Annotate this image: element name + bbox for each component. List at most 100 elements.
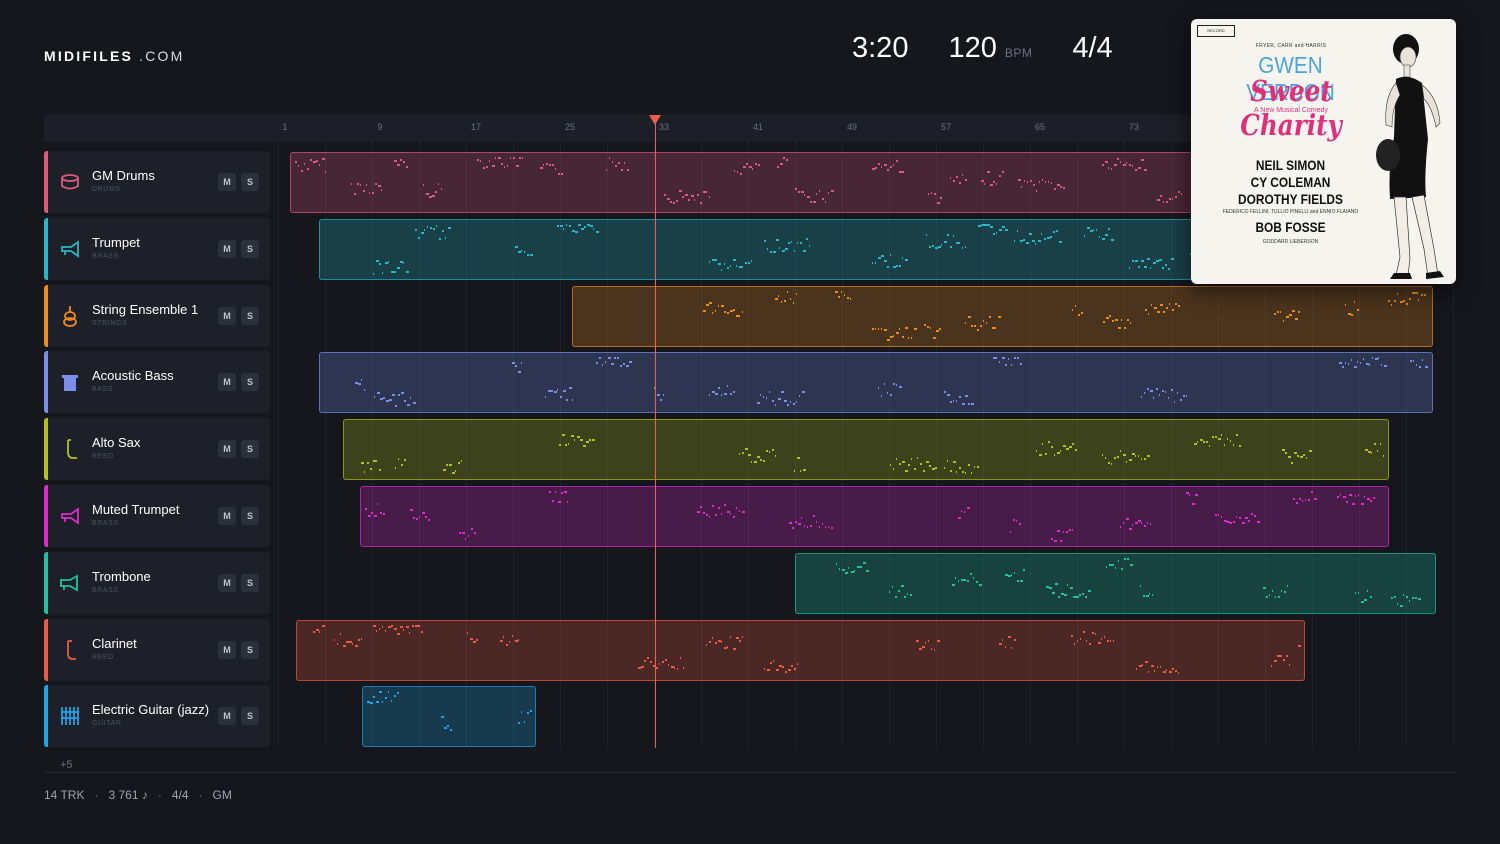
track-category: GUITAR: [92, 720, 122, 727]
track-header-muted-trumpet[interactable]: Muted Trumpet BRASS M S: [44, 485, 270, 547]
ruler-tick-label: 17: [470, 122, 482, 132]
note-pattern: [355, 357, 1428, 407]
track-header-string-ensemble-1[interactable]: String Ensemble 1 STRINGS M S: [44, 285, 270, 347]
track-color-bar: [44, 685, 48, 747]
cover-presenters: FRYER, CARR and HARRIS: [1255, 43, 1327, 49]
ruler-tick-label: 9: [377, 122, 383, 132]
track-header-electric-guitar-jazz[interactable]: Electric Guitar (jazz) GUITAR M S: [44, 685, 270, 747]
track-header-clarinet[interactable]: Clarinet REED M S: [44, 619, 270, 681]
clip-string-ensemble-1[interactable]: [572, 286, 1433, 347]
footer-summary: 14 TRK · 3 761 ♪ · 4/4 · GM: [44, 788, 232, 802]
cover-credit-lyrics: DOROTHY FIELDS: [1238, 191, 1343, 207]
clip-alto-sax[interactable]: [343, 419, 1389, 480]
clip-acoustic-bass[interactable]: [319, 352, 1433, 413]
mute-button[interactable]: M: [218, 440, 236, 458]
footer-divider: [44, 772, 1456, 773]
ruler-tick-label: 49: [846, 122, 858, 132]
track-name: Acoustic Bass: [92, 368, 174, 383]
clip-trombone[interactable]: [795, 553, 1436, 614]
cover-credit-music: CY COLEMAN: [1250, 174, 1331, 190]
midi-standard: GM: [212, 788, 232, 802]
note-pattern: [365, 491, 1375, 542]
solo-button[interactable]: S: [241, 307, 259, 325]
trumpet-icon: [58, 237, 82, 261]
ruler-tick-label: 1: [282, 122, 288, 132]
mute-button[interactable]: M: [218, 240, 236, 258]
clip-electric-guitar-jazz[interactable]: [362, 686, 536, 747]
solo-button[interactable]: S: [241, 373, 259, 391]
track-category: STRINGS: [92, 320, 128, 327]
tempo-value: 120: [948, 32, 997, 64]
brand-domain: .COM: [133, 48, 185, 64]
track-header-trumpet[interactable]: Trumpet BRASS M S: [44, 218, 270, 280]
guitar-icon: [58, 704, 82, 728]
clip-muted-trumpet[interactable]: [360, 486, 1389, 547]
cover-based-on: FEDERICO FELLINI, TULLIO PINELLI and ENN…: [1222, 209, 1359, 215]
track-category: REED: [92, 654, 114, 661]
solo-button[interactable]: S: [241, 240, 259, 258]
footer-meter: 4/4: [171, 788, 189, 802]
grid-line: [278, 142, 279, 748]
mute-button[interactable]: M: [218, 173, 236, 191]
ruler-tick-label: 25: [564, 122, 576, 132]
track-header-trombone[interactable]: Trombone BRASS M S: [44, 552, 270, 614]
cover-dancer-illustration: [1376, 34, 1444, 279]
solo-button[interactable]: S: [241, 641, 259, 659]
clip-clarinet[interactable]: [296, 620, 1305, 681]
footer-separator: ·: [94, 788, 99, 802]
track-category: REED: [92, 453, 114, 460]
track-count: 14 TRK: [44, 788, 85, 802]
trombone-icon: [58, 571, 82, 595]
track-color-bar: [44, 285, 48, 347]
more-tracks-indicator[interactable]: +5: [60, 759, 73, 771]
track-category: DRUMS: [92, 186, 121, 193]
footer-separator: ·: [157, 788, 162, 802]
violin-icon: [58, 304, 82, 328]
track-color-bar: [44, 619, 48, 681]
brand-name: MIDIFILES: [44, 48, 134, 64]
track-header-gm-drums[interactable]: GM Drums DRUMS M S: [44, 151, 270, 213]
track-header-alto-sax[interactable]: Alto Sax REED M S: [44, 418, 270, 480]
mute-button[interactable]: M: [218, 307, 236, 325]
cover-director: BOB FOSSE: [1255, 219, 1326, 235]
playhead-handle[interactable]: [649, 115, 661, 125]
track-category: BRASS: [92, 587, 119, 594]
mute-button[interactable]: M: [218, 641, 236, 659]
track-header-acoustic-bass[interactable]: Acoustic Bass BASS M S: [44, 351, 270, 413]
cover-subtitle: A New Musical Comedy: [1254, 107, 1328, 114]
track-color-bar: [44, 418, 48, 480]
mute-button[interactable]: M: [218, 707, 236, 725]
solo-button[interactable]: S: [241, 173, 259, 191]
record-label-logo: RECORD: [1197, 25, 1235, 37]
trumpet-icon: [58, 504, 82, 528]
solo-button[interactable]: S: [241, 707, 259, 725]
album-cover: RECORD FRYER, CARR and HARRIS GWEN VERDO…: [1191, 19, 1456, 284]
ruler-tick-label: 57: [940, 122, 952, 132]
cover-producer: GODDARD LIEBERSON: [1262, 239, 1319, 245]
track-name: Trumpet: [92, 235, 140, 250]
drum-icon: [58, 170, 82, 194]
solo-button[interactable]: S: [241, 507, 259, 525]
solo-button[interactable]: S: [241, 440, 259, 458]
solo-button[interactable]: S: [241, 574, 259, 592]
track-name: Trombone: [92, 569, 151, 584]
track-color-bar: [44, 218, 48, 280]
mute-button[interactable]: M: [218, 373, 236, 391]
track-name: GM Drums: [92, 168, 155, 183]
clarinet-icon: [58, 638, 82, 662]
time-signature: 4/4: [1072, 32, 1113, 64]
note-pattern: [836, 558, 1421, 607]
playhead[interactable]: [655, 124, 656, 748]
track-color-bar: [44, 151, 48, 213]
mute-button[interactable]: M: [218, 507, 236, 525]
note-pattern: [703, 291, 1426, 341]
brand-logo[interactable]: MIDIFILES .COM: [44, 48, 184, 64]
mute-button[interactable]: M: [218, 574, 236, 592]
track-name: Clarinet: [92, 636, 137, 651]
sax-icon: [58, 437, 82, 461]
note-pattern: [313, 625, 1301, 674]
ruler-tick-label: 65: [1034, 122, 1046, 132]
song-duration: 3:20: [852, 32, 909, 64]
track-name: Electric Guitar (jazz): [92, 702, 210, 717]
track-category: BRASS: [92, 253, 119, 260]
